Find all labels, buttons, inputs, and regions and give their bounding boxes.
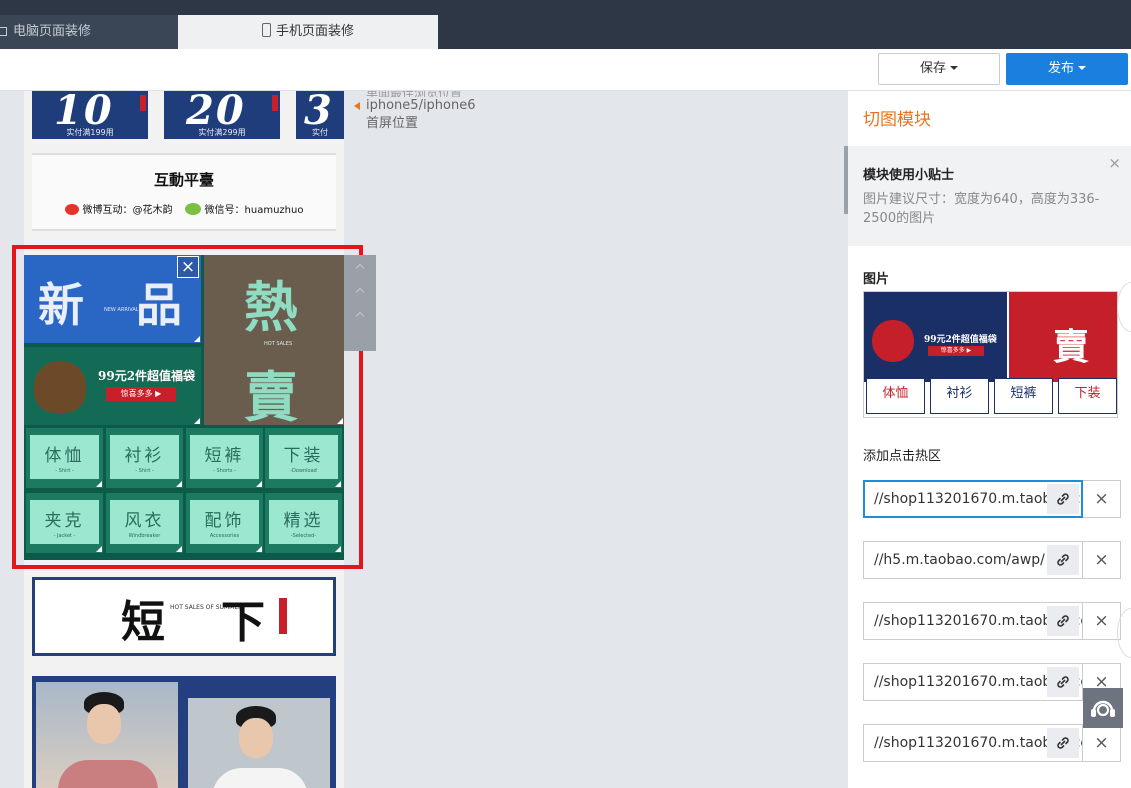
hotzone-link-row: //shop113201670.m.taobao.com × xyxy=(863,480,1121,518)
red-seal xyxy=(279,598,287,634)
social-contacts: 微博互动：@花木韵 微信号：huamuzhuo xyxy=(32,201,336,216)
thumb-bag-button: 惊喜多多 ▶ xyxy=(928,346,984,356)
close-icon[interactable]: × xyxy=(1108,154,1121,172)
customer-service-button[interactable] xyxy=(1083,688,1123,728)
social-title: 互動平臺 xyxy=(153,171,214,189)
thumb-right: 賣 xyxy=(1009,292,1117,382)
remove-hotzone-button[interactable]: × xyxy=(1083,602,1121,640)
coupon-condition: 实付 xyxy=(312,128,328,137)
wechat-icon xyxy=(184,203,201,215)
selected-module-highlight xyxy=(12,245,363,569)
thumb-category: 体恤 xyxy=(866,378,925,414)
coupon-item[interactable]: 10 实付满199用 xyxy=(32,91,148,139)
module-side-controls[interactable] xyxy=(344,255,376,351)
model-face xyxy=(239,718,273,758)
summer-banner-module[interactable]: 短 HOT SALES OF SUMMER 下 xyxy=(32,577,336,656)
hint-device-text: iphone5/iphone6 xyxy=(366,98,476,113)
coupon-tag xyxy=(140,95,146,111)
image-thumbnail[interactable]: 99元2件超值福袋 惊喜多多 ▶ 賣 体恤 衬衫 短裤 下装 xyxy=(863,291,1118,418)
hotzone-link-row: //h5.m.taobao.com/awp/ × xyxy=(863,541,1121,579)
tips-box: 模块使用小贴士 × 图片建议尺寸：宽度为640，高度为336-2500的图片 xyxy=(848,146,1131,246)
weibo-icon xyxy=(64,204,79,215)
thumb-category: 衬衫 xyxy=(930,378,989,414)
first-screen-hint: 单面最佳浏览位置 iphone5/iphone6 首屏位置 xyxy=(354,91,476,133)
model-photo-module[interactable] xyxy=(32,676,336,788)
hint-device-row: iphone5/iphone6 xyxy=(354,97,476,115)
arrow-left-icon xyxy=(354,102,360,110)
summer-left-char: 短 xyxy=(121,597,165,648)
coupon-tag xyxy=(272,95,278,111)
model-face xyxy=(87,704,121,744)
lucky-bag-icon xyxy=(872,320,914,362)
tab-pc-label: 电脑页面装修 xyxy=(13,24,92,39)
remove-hotzone-button[interactable]: × xyxy=(1083,724,1121,762)
weibo-text: 微博互动：@花木韵 xyxy=(82,205,173,216)
thumb-red-char: 賣 xyxy=(1053,326,1090,368)
caret-down-icon xyxy=(950,66,958,70)
tab-pc-decoration[interactable]: 电脑页面装修 xyxy=(0,15,178,49)
link-button[interactable] xyxy=(1047,667,1079,697)
link-icon xyxy=(1057,615,1069,627)
hotzone-link-row: //shop113201670.m.taobao.com × xyxy=(863,724,1121,762)
link-button[interactable] xyxy=(1047,545,1079,575)
settings-panel: 切图模块 模块使用小贴士 × 图片建议尺寸：宽度为640，高度为336-2500… xyxy=(848,91,1131,788)
image-label: 图片 xyxy=(863,272,890,287)
coupon-item[interactable]: 20 实付满299用 xyxy=(164,91,280,139)
publish-button[interactable]: 发布 xyxy=(1006,53,1128,85)
link-button[interactable] xyxy=(1047,484,1079,514)
remove-hotzone-button[interactable]: × xyxy=(1083,480,1121,518)
save-button[interactable]: 保存 xyxy=(878,53,1000,85)
coupon-item[interactable]: 3 实付 xyxy=(296,91,344,139)
delete-icon[interactable] xyxy=(355,311,365,321)
phone-icon xyxy=(261,23,271,37)
caret-down-icon xyxy=(1078,66,1086,70)
tab-mobile-label: 手机页面装修 xyxy=(275,24,354,39)
headset-icon xyxy=(1091,700,1115,717)
link-icon xyxy=(1057,737,1069,749)
link-icon xyxy=(1057,676,1069,688)
toolbar: 保存 发布 xyxy=(0,49,1131,91)
link-button[interactable] xyxy=(1047,606,1079,636)
model-photo-right xyxy=(188,698,330,788)
coupon-condition: 实付满199用 xyxy=(66,128,114,137)
tips-text: 图片建议尺寸：宽度为640，高度为336-2500的图片 xyxy=(863,192,1100,226)
model-shirt xyxy=(212,768,308,788)
link-icon xyxy=(1057,493,1069,505)
publish-label: 发布 xyxy=(1047,61,1074,76)
coupon-condition: 实付满299用 xyxy=(198,128,246,137)
move-up-icon[interactable] xyxy=(355,263,365,273)
social-module[interactable]: 互動平臺 微博互动：@花木韵 微信号：huamuzhuo xyxy=(32,153,336,231)
summer-right-char: 下 xyxy=(221,597,265,648)
top-tab-bar: 电脑页面装修 手机页面装修 xyxy=(0,0,1131,49)
model-photo-left xyxy=(36,682,178,788)
thumb-category: 下装 xyxy=(1058,378,1117,414)
close-icon[interactable]: × xyxy=(177,256,199,278)
panel-title: 切图模块 xyxy=(863,110,931,130)
tab-mobile-decoration[interactable]: 手机页面装修 xyxy=(178,15,438,49)
remove-hotzone-button[interactable]: × xyxy=(1083,541,1121,579)
coupon-module[interactable]: 10 实付满199用 20 实付满299用 3 实付 xyxy=(32,91,344,139)
thumb-left: 99元2件超值福袋 惊喜多多 ▶ xyxy=(864,292,1007,382)
hotzone-label: 添加点击热区 xyxy=(863,449,942,464)
save-label: 保存 xyxy=(919,61,946,76)
hint-position-text: 首屏位置 xyxy=(366,116,419,131)
wechat-text: 微信号：huamuzhuo xyxy=(204,205,304,216)
thumb-categories: 体恤 衬衫 短裤 下装 xyxy=(866,378,1117,416)
hotzone-link-row: //shop113201670.m.taobao.com × xyxy=(863,602,1121,640)
thumb-bag-text: 99元2件超值福袋 xyxy=(924,335,997,345)
link-button[interactable] xyxy=(1047,728,1079,758)
thumb-category: 短裤 xyxy=(994,378,1053,414)
monitor-icon xyxy=(0,27,7,36)
model-shirt xyxy=(58,760,158,788)
link-icon xyxy=(1057,554,1069,566)
move-down-icon[interactable] xyxy=(355,287,365,297)
tips-title: 模块使用小贴士 xyxy=(863,168,955,183)
